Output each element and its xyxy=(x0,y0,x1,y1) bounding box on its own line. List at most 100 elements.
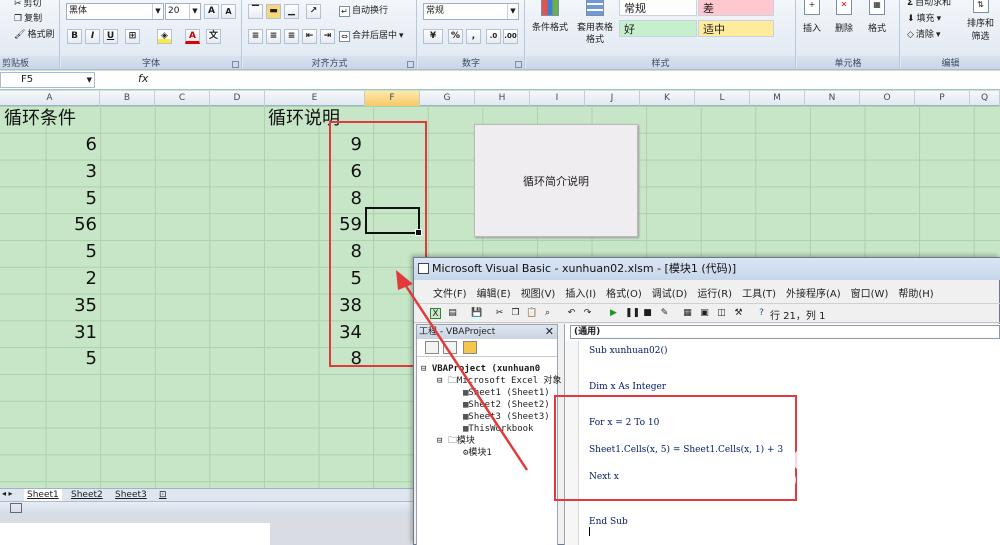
object-browser-icon[interactable]: ◫ xyxy=(716,308,727,319)
percent-button[interactable]: % xyxy=(448,29,463,44)
undo-icon[interactable]: ↶ xyxy=(566,308,577,319)
tree-item[interactable]: ⚙模块1 xyxy=(417,447,562,459)
increase-decimal-icon[interactable]: .0 xyxy=(486,29,501,44)
tab-nav-icon[interactable]: ◂ ▸ xyxy=(2,489,13,498)
copy-button[interactable]: ❐ 复制 xyxy=(14,13,42,25)
tree-item[interactable]: ▦ThisWorkbook xyxy=(417,423,562,435)
vbe-menu-item[interactable]: 文件(F) xyxy=(428,285,472,300)
name-box[interactable]: F5 ▼ xyxy=(0,72,95,88)
autosum-button[interactable]: Σ 自动求和 xyxy=(907,0,951,9)
cell-a1[interactable]: 循环条件 xyxy=(4,106,76,132)
font-size-select[interactable]: 20 ▼ xyxy=(165,3,201,20)
grow-font-button[interactable]: A xyxy=(204,4,219,19)
tab-sheet3[interactable]: Sheet3 xyxy=(112,489,150,501)
view-code-icon[interactable] xyxy=(425,341,439,354)
delete-cells-button[interactable]: ✕ 删除 xyxy=(835,0,853,35)
column-header-b[interactable]: B xyxy=(100,91,155,106)
tree-item[interactable]: ▦Sheet1 (Sheet1) xyxy=(417,387,562,399)
column-header-j[interactable]: J xyxy=(585,91,640,106)
vbe-menu-item[interactable]: 格式(O) xyxy=(601,285,647,300)
fill-color-button[interactable]: ◈ xyxy=(157,29,172,44)
object-dropdown[interactable]: (通用) xyxy=(570,325,1000,339)
format-cells-button[interactable]: ▦ 格式 xyxy=(868,0,886,35)
vbe-menu-item[interactable]: 调试(D) xyxy=(647,285,693,300)
redo-icon[interactable]: ↷ xyxy=(582,308,593,319)
cell-value[interactable]: 31 xyxy=(37,320,97,346)
align-left-icon[interactable]: ≡ xyxy=(248,29,263,44)
insert-module-icon[interactable]: ▤ xyxy=(447,308,458,319)
cell-value[interactable]: 6 xyxy=(37,132,97,158)
pause-icon[interactable]: ❚❚ xyxy=(625,308,640,319)
style-normal[interactable]: 常规 xyxy=(619,0,697,16)
function-icon[interactable]: fx xyxy=(138,72,148,85)
table-format-button[interactable]: 套用表格格式 xyxy=(574,0,616,46)
close-icon[interactable]: ✕ xyxy=(545,325,554,339)
column-header-d[interactable]: D xyxy=(210,91,265,106)
border-button[interactable]: ⊞ xyxy=(125,29,140,44)
project-explorer-icon[interactable]: ▦ xyxy=(682,308,693,319)
vbe-menu-item[interactable]: 工具(T) xyxy=(737,285,781,300)
find-icon[interactable]: ⌕ xyxy=(542,308,553,319)
bold-button[interactable]: B xyxy=(67,29,82,44)
column-header-o[interactable]: O xyxy=(860,91,915,106)
font-color-button[interactable]: A xyxy=(185,29,200,44)
tab-sheet2[interactable]: Sheet2 xyxy=(68,489,106,501)
column-header-n[interactable]: N xyxy=(805,91,860,106)
style-good[interactable]: 好 xyxy=(619,20,697,37)
properties-icon[interactable]: ▣ xyxy=(699,308,710,319)
orientation-icon[interactable]: ↗ xyxy=(306,4,321,19)
save-icon[interactable]: 💾 xyxy=(471,308,482,319)
column-header-l[interactable]: L xyxy=(695,91,750,106)
comma-button[interactable]: , xyxy=(466,29,481,44)
vbe-menu-item[interactable]: 帮助(H) xyxy=(893,285,938,300)
column-header-h[interactable]: H xyxy=(475,91,530,106)
align-bottom-icon[interactable]: ▁ xyxy=(284,4,299,19)
paste-icon[interactable]: 📋 xyxy=(526,308,537,319)
insert-cells-button[interactable]: + 插入 xyxy=(803,0,821,35)
column-header-k[interactable]: K xyxy=(640,91,695,106)
vbe-menu-item[interactable]: 视图(V) xyxy=(516,285,561,300)
decrease-decimal-icon[interactable]: .00 xyxy=(503,29,518,44)
number-launcher-icon[interactable] xyxy=(515,61,522,68)
tree-item[interactable]: ⊟ 🗀Microsoft Excel 对象 xyxy=(417,375,562,387)
style-bad[interactable]: 差 xyxy=(698,0,774,16)
column-header-c[interactable]: C xyxy=(155,91,210,106)
italic-button[interactable]: I xyxy=(85,29,100,44)
wrap-text-button[interactable]: ↵ 自动换行 xyxy=(339,5,388,17)
intro-button[interactable]: 循环简介说明 xyxy=(474,124,638,237)
copy-icon[interactable]: ❐ xyxy=(510,308,521,319)
toolbox-icon[interactable]: ⚒ xyxy=(733,308,744,319)
cut-icon[interactable]: ✂ xyxy=(494,308,505,319)
column-header-f[interactable]: F xyxy=(365,91,420,106)
tree-item[interactable]: ▦Sheet3 (Sheet3) xyxy=(417,411,562,423)
vbe-menu-item[interactable]: 插入(I) xyxy=(560,285,601,300)
number-format-select[interactable]: 常规 ▼ xyxy=(423,3,519,20)
cell-value[interactable]: 5 xyxy=(37,346,97,372)
phonetic-button[interactable]: 文 xyxy=(206,29,221,44)
sort-filter-button[interactable]: ⇅ 排序和 筛选 xyxy=(967,0,994,43)
style-neutral[interactable]: 适中 xyxy=(698,20,774,37)
cell-value[interactable]: 5 xyxy=(37,186,97,212)
increase-indent-icon[interactable]: ⇥ xyxy=(320,29,335,44)
cell-value[interactable]: 35 xyxy=(37,293,97,319)
currency-icon[interactable]: ¥ xyxy=(423,29,443,44)
tab-sheet1[interactable]: Sheet1 xyxy=(24,489,62,501)
column-header-p[interactable]: P xyxy=(915,91,970,106)
vbe-menu-item[interactable]: 外接程序(A) xyxy=(781,285,846,300)
run-icon[interactable]: ▶ xyxy=(608,308,619,319)
align-center-icon[interactable]: ≡ xyxy=(266,29,281,44)
tree-item[interactable]: ⊟ VBAProject (xunhuan0 xyxy=(417,363,562,375)
cell-value[interactable]: 5 xyxy=(37,239,97,265)
cell-value[interactable]: 3 xyxy=(37,159,97,185)
insert-sheet-icon[interactable]: ⊡ xyxy=(156,489,170,501)
font-name-select[interactable]: 黑体 ▼ xyxy=(66,3,164,20)
stop-icon[interactable]: ■ xyxy=(642,308,653,319)
align-right-icon[interactable]: ≡ xyxy=(284,29,299,44)
cut-button[interactable]: ✂ 剪切 xyxy=(14,0,42,10)
fill-button[interactable]: ⬇ 填充 ▾ xyxy=(907,13,941,25)
cell-value[interactable]: 2 xyxy=(37,266,97,292)
column-header-q[interactable]: Q xyxy=(970,91,1000,106)
column-header-a[interactable]: A xyxy=(0,91,100,106)
column-header-m[interactable]: M xyxy=(750,91,805,106)
format-painter-button[interactable]: 🖌 格式刷 xyxy=(14,29,54,41)
